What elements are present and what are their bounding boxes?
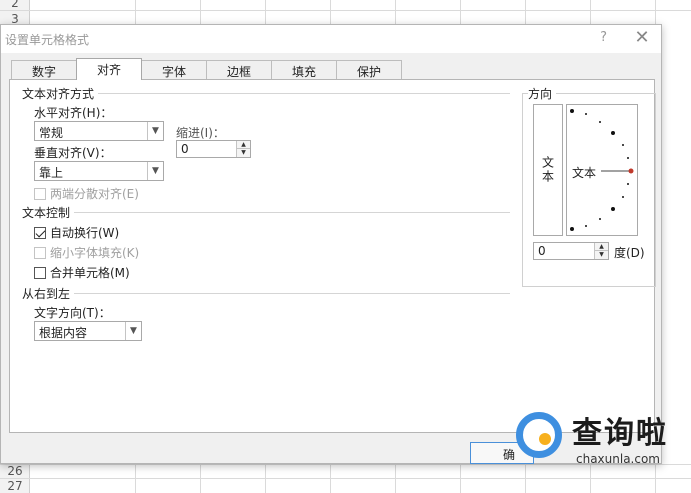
chaxunla-watermark: 查询啦 chaxunla.com bbox=[516, 408, 691, 470]
distributed-checkbox[interactable]: 两端分散对齐(E) bbox=[34, 185, 139, 202]
grid-line bbox=[0, 478, 691, 479]
spin-down-icon[interactable]: ▼ bbox=[595, 251, 608, 259]
dialog-titlebar[interactable]: 设置单元格格式 ? ✕ bbox=[1, 25, 661, 53]
checkbox-box[interactable] bbox=[34, 266, 46, 279]
degrees-value: 0 bbox=[538, 244, 546, 258]
distributed-label: 两端分散对齐(E) bbox=[50, 187, 139, 201]
tab-fill[interactable]: 填充 bbox=[271, 60, 337, 80]
spin-up-icon[interactable]: ▲ bbox=[595, 243, 608, 251]
tab-number[interactable]: 数字 bbox=[11, 60, 77, 80]
chevron-down-icon[interactable]: ▼ bbox=[147, 162, 163, 180]
group-divider bbox=[22, 212, 510, 213]
wrap-text-label: 自动换行(W) bbox=[50, 226, 120, 240]
vertical-align-select[interactable]: 靠上 ▼ bbox=[34, 161, 164, 181]
indent-value: 0 bbox=[181, 142, 189, 156]
checkbox-box[interactable] bbox=[34, 187, 46, 200]
degrees-label: 度(D) bbox=[614, 246, 645, 260]
horizontal-align-value: 常规 bbox=[39, 126, 64, 140]
spin-up-icon[interactable]: ▲ bbox=[237, 141, 250, 149]
format-cells-dialog: 设置单元格格式 ? ✕ 数字 对齐 字体 边框 填充 保护 文本对齐方式 水平对… bbox=[0, 24, 662, 464]
rtl-group-label: 从右到左 bbox=[22, 285, 75, 302]
checkbox-box[interactable] bbox=[34, 226, 46, 239]
tab-font[interactable]: 字体 bbox=[141, 60, 207, 80]
indent-label: 缩进(I)： bbox=[176, 126, 225, 140]
chevron-down-icon[interactable]: ▼ bbox=[147, 122, 163, 140]
shrink-to-fit-checkbox[interactable]: 缩小字体填充(K) bbox=[34, 244, 139, 261]
tab-strip: 数字 对齐 字体 边框 填充 保护 bbox=[11, 58, 402, 80]
watermark-en-text: chaxunla.com bbox=[576, 452, 660, 466]
dial-text-sample: 文本 bbox=[572, 166, 597, 180]
text-direction-label: 文字方向(T)： bbox=[34, 306, 111, 320]
group-divider bbox=[22, 293, 510, 294]
vertical-align-label: 垂直对齐(V)： bbox=[34, 146, 112, 160]
orientation-group-label: 方向 bbox=[528, 85, 557, 102]
merge-cells-label: 合并单元格(M) bbox=[50, 266, 130, 280]
text-direction-value: 根据内容 bbox=[39, 326, 88, 340]
vertical-text-sample: 文本 bbox=[540, 156, 555, 184]
help-icon[interactable]: ? bbox=[600, 30, 607, 45]
chevron-down-icon[interactable]: ▼ bbox=[125, 322, 141, 340]
chaxunla-logo-icon bbox=[516, 412, 562, 458]
wrap-text-checkbox[interactable]: 自动换行(W) bbox=[34, 224, 119, 241]
row-number[interactable]: 26 bbox=[0, 464, 30, 478]
vertical-align-value: 靠上 bbox=[39, 166, 64, 180]
dialog-title: 设置单元格格式 bbox=[5, 33, 90, 47]
horizontal-align-select[interactable]: 常规 ▼ bbox=[34, 121, 164, 141]
spin-down-icon[interactable]: ▼ bbox=[237, 149, 250, 157]
close-icon[interactable]: ✕ bbox=[631, 27, 653, 48]
orientation-dial[interactable]: 文本 bbox=[566, 104, 638, 236]
indent-spin-buttons[interactable]: ▲ ▼ bbox=[236, 141, 250, 157]
row-number[interactable]: 2 bbox=[0, 0, 30, 10]
degrees-spin-buttons[interactable]: ▲ ▼ bbox=[594, 243, 608, 259]
row-number[interactable]: 27 bbox=[0, 479, 30, 493]
text-alignment-group-label: 文本对齐方式 bbox=[22, 85, 99, 102]
checkbox-box[interactable] bbox=[34, 246, 46, 259]
tab-border[interactable]: 边框 bbox=[206, 60, 272, 80]
grid-line bbox=[0, 10, 691, 11]
text-direction-select[interactable]: 根据内容 ▼ bbox=[34, 321, 142, 341]
tab-alignment[interactable]: 对齐 bbox=[76, 58, 142, 80]
watermark-cn-text: 查询啦 bbox=[572, 416, 668, 451]
merge-cells-checkbox[interactable]: 合并单元格(M) bbox=[34, 264, 130, 281]
horizontal-align-label: 水平对齐(H)： bbox=[34, 106, 113, 120]
vertical-text-orientation-box[interactable]: 文本 bbox=[533, 104, 563, 236]
degrees-stepper[interactable]: 0 ▲ ▼ bbox=[533, 242, 609, 260]
alignment-panel: 文本对齐方式 水平对齐(H)： 常规 ▼ 缩进(I)： 0 ▲ ▼ 垂直对齐(V… bbox=[9, 79, 656, 433]
dial-handle bbox=[628, 168, 634, 174]
indent-stepper[interactable]: 0 ▲ ▼ bbox=[176, 140, 251, 158]
shrink-to-fit-label: 缩小字体填充(K) bbox=[50, 246, 140, 260]
tab-protection[interactable]: 保护 bbox=[336, 60, 402, 80]
text-control-group-label: 文本控制 bbox=[22, 204, 75, 221]
